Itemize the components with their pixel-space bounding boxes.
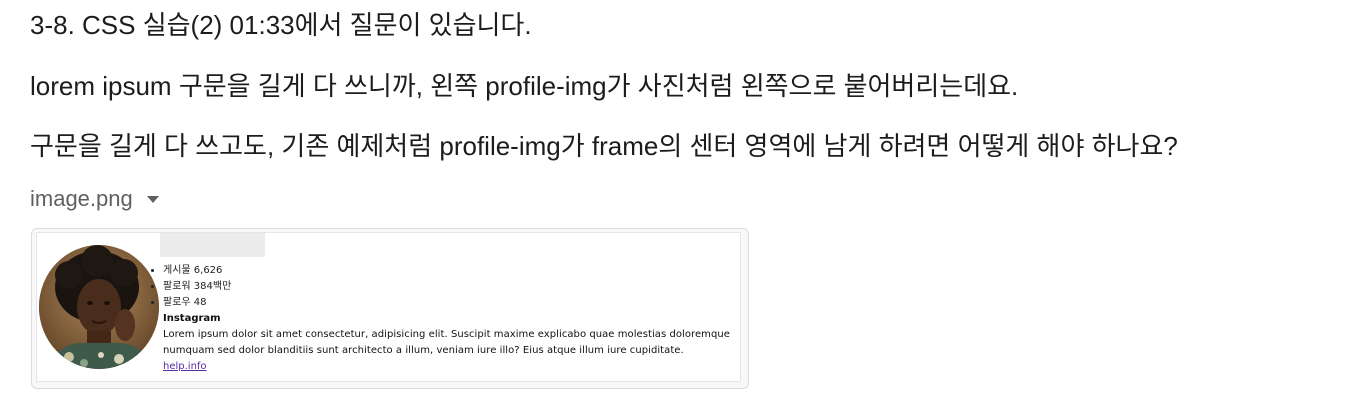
image-attachment[interactable]: 게시물 6,626 팔로워 384백만 팔로우 48 Instagram Lor… — [31, 228, 749, 389]
profile-bio: Instagram Lorem ipsum dolor sit amet con… — [163, 311, 747, 375]
attachment-header: image.png — [30, 186, 159, 212]
screenshot-preview: 게시물 6,626 팔로워 384백만 팔로우 48 Instagram Lor… — [36, 232, 741, 382]
stat-following: 팔로우 48 — [163, 295, 231, 311]
profile-stats: 게시물 6,626 팔로워 384백만 팔로우 48 — [149, 263, 231, 311]
bio-text: Lorem ipsum dolor sit amet consectetur, … — [163, 329, 730, 356]
profile-image — [39, 245, 159, 369]
message-line-3: 구문을 길게 다 쓰고도, 기존 예제처럼 profile-img가 frame… — [30, 131, 1178, 161]
preview-header-bar — [160, 233, 265, 257]
chevron-down-icon[interactable] — [146, 195, 159, 203]
profile-name: Instagram — [163, 313, 221, 324]
profile-photo-icon — [39, 245, 159, 369]
message-line-2: lorem ipsum 구문을 길게 다 쓰니까, 왼쪽 profile-img… — [30, 71, 1019, 101]
stat-posts: 게시물 6,626 — [163, 263, 231, 279]
stat-followers: 팔로워 384백만 — [163, 279, 231, 295]
attachment-filename[interactable]: image.png — [30, 186, 133, 212]
message-line-1: 3-8. CSS 실습(2) 01:33에서 질문이 있습니다. — [30, 10, 532, 40]
profile-link: help.info — [163, 361, 207, 372]
